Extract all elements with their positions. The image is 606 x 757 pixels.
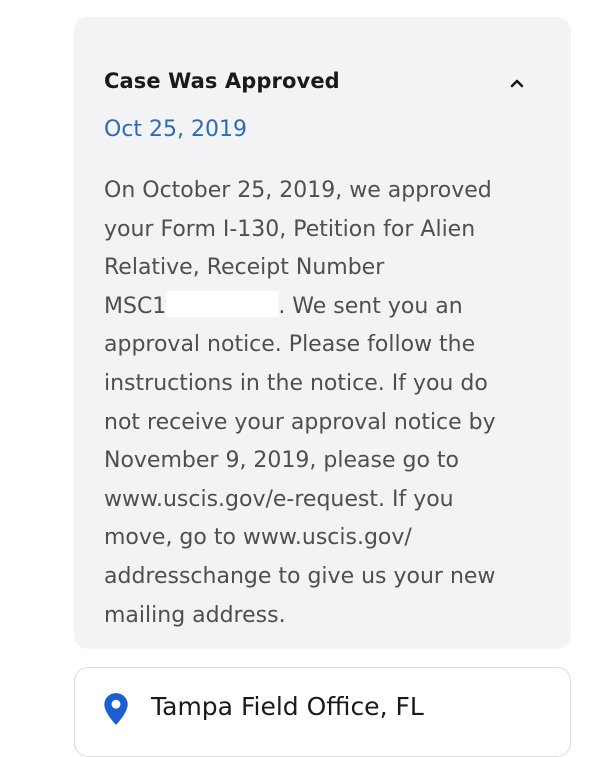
- case-description-line: mailing address.: [104, 602, 286, 628]
- case-description-line: your Form I-130, Petition for Alien: [104, 216, 476, 242]
- case-description-line: not receive your approval notice by: [104, 409, 496, 435]
- case-status-title: Case Was Approved: [104, 69, 340, 93]
- case-description: On October 25, 2019, we approved your Fo…: [104, 172, 554, 635]
- card-header[interactable]: Case Was Approved: [104, 69, 541, 99]
- receipt-number-prefix: MSC1: [104, 293, 167, 319]
- case-description-line: addresschange to give us your new: [104, 563, 496, 589]
- case-description-line: instructions in the notice. If you do: [104, 370, 488, 396]
- location-pin-icon: [104, 693, 128, 725]
- field-office-label: Tampa Field Office, FL: [151, 692, 424, 721]
- case-description-line: move, go to www.uscis.gov/: [104, 525, 412, 551]
- case-description-line: www.uscis.gov/e-request. If you: [104, 486, 454, 512]
- case-description-line: November 9, 2019, please go to: [104, 448, 459, 474]
- collapse-button[interactable]: [507, 73, 527, 93]
- case-date: Oct 25, 2019: [104, 117, 247, 142]
- chevron-up-icon: [510, 79, 524, 88]
- case-description-line: Relative, Receipt Number: [104, 255, 385, 281]
- case-status-card: Case Was Approved Oct 25, 2019 On Octobe…: [74, 17, 571, 649]
- case-description-fragment: . We sent you an: [278, 293, 463, 319]
- case-description-line: approval notice. Please follow the: [104, 332, 476, 358]
- case-description-line: MSC1 . We sent you an: [104, 288, 554, 327]
- redacted-receipt-number: [166, 290, 279, 317]
- field-office-card[interactable]: Tampa Field Office, FL: [74, 667, 571, 757]
- case-description-line: On October 25, 2019, we approved: [104, 178, 492, 203]
